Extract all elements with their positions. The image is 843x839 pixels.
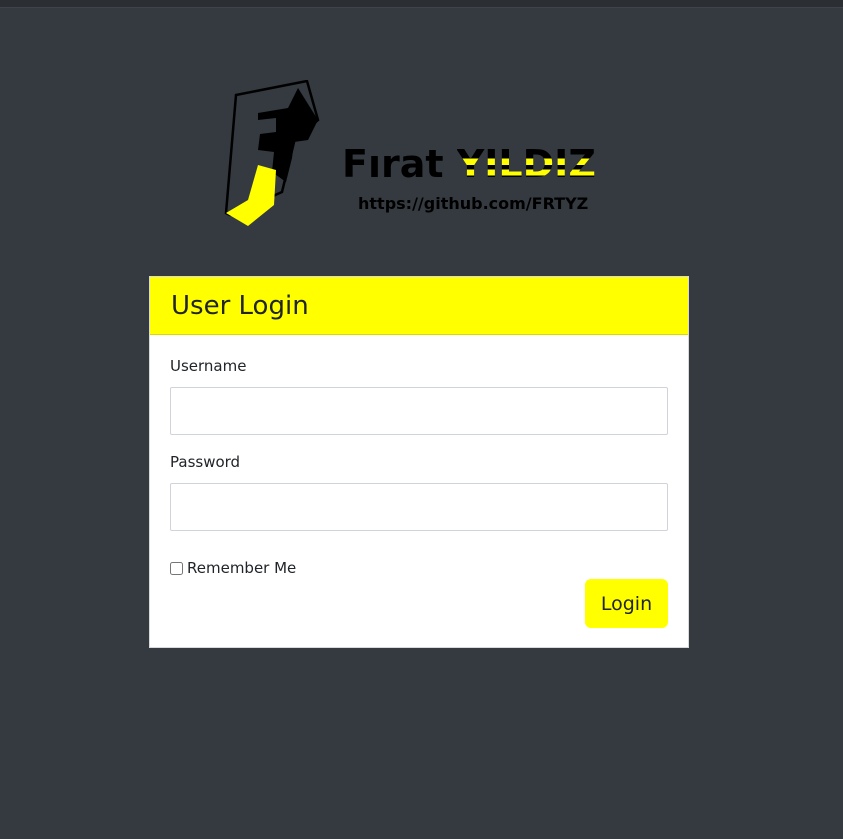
window-top-bar bbox=[0, 0, 843, 8]
login-card: User Login Username Password Remember Me… bbox=[149, 276, 689, 648]
logo-url: https://github.com/FRTYZ bbox=[358, 194, 589, 213]
logo-last-name: YILDIZ bbox=[456, 142, 596, 186]
username-input[interactable] bbox=[170, 387, 668, 435]
password-input[interactable] bbox=[170, 483, 668, 531]
logo-f-mark-icon bbox=[224, 80, 320, 226]
brand-logo: Fırat YILDIZ https://github.com/FRTYZ bbox=[222, 80, 602, 230]
password-label: Password bbox=[170, 453, 241, 471]
remember-me-checkbox[interactable] bbox=[170, 561, 183, 575]
login-title: User Login bbox=[171, 290, 309, 321]
remember-me: Remember Me bbox=[170, 559, 296, 577]
logo-name: Fırat YILDIZ bbox=[342, 142, 596, 186]
remember-me-label[interactable]: Remember Me bbox=[187, 559, 296, 577]
login-button[interactable]: Login bbox=[585, 579, 668, 628]
logo-first-name: Fırat bbox=[342, 142, 444, 186]
username-label: Username bbox=[170, 357, 247, 375]
login-card-header: User Login bbox=[150, 277, 688, 335]
